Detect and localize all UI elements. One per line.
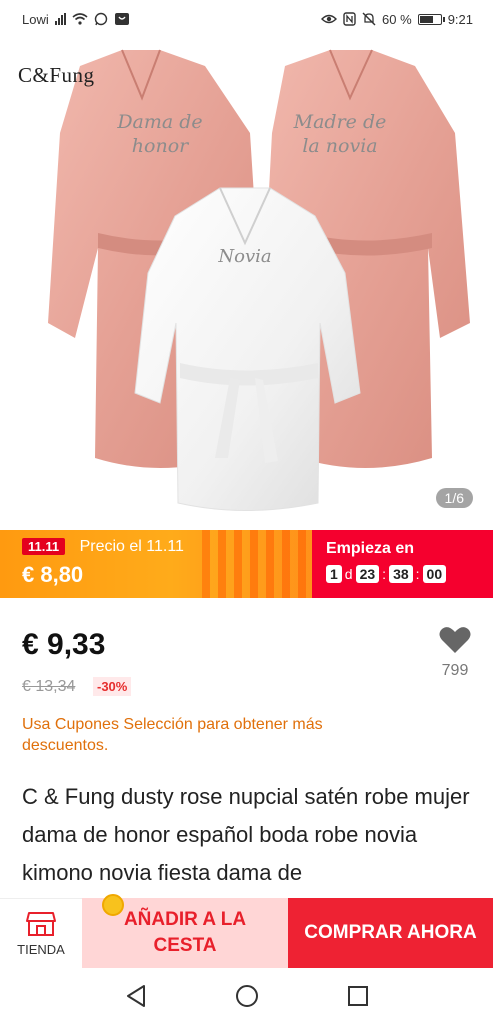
store-icon xyxy=(26,911,56,936)
signal-icon xyxy=(54,13,66,25)
robe-label-bride: Novia xyxy=(218,246,272,267)
battery-icon xyxy=(417,13,445,25)
product-title: C & Fung dusty rose nupcial satén robe m… xyxy=(22,784,470,885)
robe-label-mother-of-bride: Madre de la novia xyxy=(293,111,387,157)
original-price: € 13,34 xyxy=(22,678,76,695)
product-gallery[interactable]: Dama de honor Madre de la novia Novia C&… xyxy=(0,38,493,530)
countdown-hours: 23 xyxy=(355,565,380,583)
countdown: 1 d 23 : 38 : 00 xyxy=(326,565,493,583)
cart-icon[interactable] xyxy=(2,39,343,92)
wifi-icon xyxy=(72,13,88,25)
countdown-separator: : xyxy=(415,566,420,582)
mute-icon xyxy=(362,12,376,26)
whatsapp-icon xyxy=(94,12,107,26)
countdown-minutes: 38 xyxy=(389,565,413,583)
gallery-top-bar: C&Fung xyxy=(0,38,493,112)
back-nav-icon[interactable] xyxy=(121,981,151,1011)
promo-countdown-panel: Empieza en 1 d 23 : 38 : 00 xyxy=(312,530,493,598)
carrier-label: Lowi xyxy=(22,11,49,27)
brand-watermark: C&Fung xyxy=(18,62,95,87)
status-bar: Lowi 60 % 9:21 xyxy=(0,0,493,38)
coupon-note[interactable]: Usa Cupones Selección para obtener más d… xyxy=(22,714,402,756)
nfc-icon xyxy=(343,12,356,26)
eye-icon xyxy=(321,14,338,24)
countdown-seconds: 00 xyxy=(422,565,447,583)
current-price: € 9,33 xyxy=(22,628,106,661)
countdown-separator: : xyxy=(382,566,387,582)
promo-tag: 11.11 xyxy=(22,538,66,555)
action-bar: TIENDA AÑADIR A LA CESTA COMPRAR AHORA xyxy=(0,894,493,968)
product-info: € 9,33 € 13,34 -30% 799 Usa Cupones Sele… xyxy=(0,598,493,898)
battery-percent: 60 % xyxy=(382,11,412,27)
wishlist-count: 799 xyxy=(441,662,469,679)
buy-now-button[interactable]: COMPRAR AHORA xyxy=(288,898,493,968)
store-button[interactable]: TIENDA xyxy=(0,898,82,968)
countdown-days-unit: d xyxy=(344,566,353,582)
store-label: TIENDA xyxy=(17,941,65,957)
promo-price: € 8,80 xyxy=(22,562,84,587)
add-to-cart-label: AÑADIR A LA CESTA xyxy=(123,909,247,956)
promo-banner[interactable]: 11.11 Precio el 11.11 € 8,80 Empieza en … xyxy=(0,530,493,598)
countdown-days: 1 xyxy=(326,565,342,583)
app-notification-icon xyxy=(114,13,129,25)
buy-now-label: COMPRAR AHORA xyxy=(304,922,477,943)
touch-indicator xyxy=(102,894,124,916)
wishlist-button[interactable]: 799 xyxy=(435,626,475,680)
gallery-counter: 1/6 xyxy=(435,488,473,508)
discount-badge: -30% xyxy=(93,677,132,696)
robe-label-maid-of-honor: Dama de honor xyxy=(117,111,203,157)
share-icon[interactable] xyxy=(2,39,409,92)
countdown-label: Empieza en xyxy=(326,540,415,557)
system-nav-bar xyxy=(0,968,493,1024)
more-icon[interactable] xyxy=(0,38,475,92)
promo-price-panel: 11.11 Precio el 11.11 € 8,80 xyxy=(0,530,312,598)
promo-date-label: Precio el 11.11 xyxy=(79,538,184,555)
home-nav-icon[interactable] xyxy=(232,981,262,1011)
recents-nav-icon[interactable] xyxy=(343,981,373,1011)
clock: 9:21 xyxy=(447,11,473,27)
heart-icon[interactable] xyxy=(439,626,471,654)
add-to-cart-button[interactable]: AÑADIR A LA CESTA xyxy=(82,894,288,968)
